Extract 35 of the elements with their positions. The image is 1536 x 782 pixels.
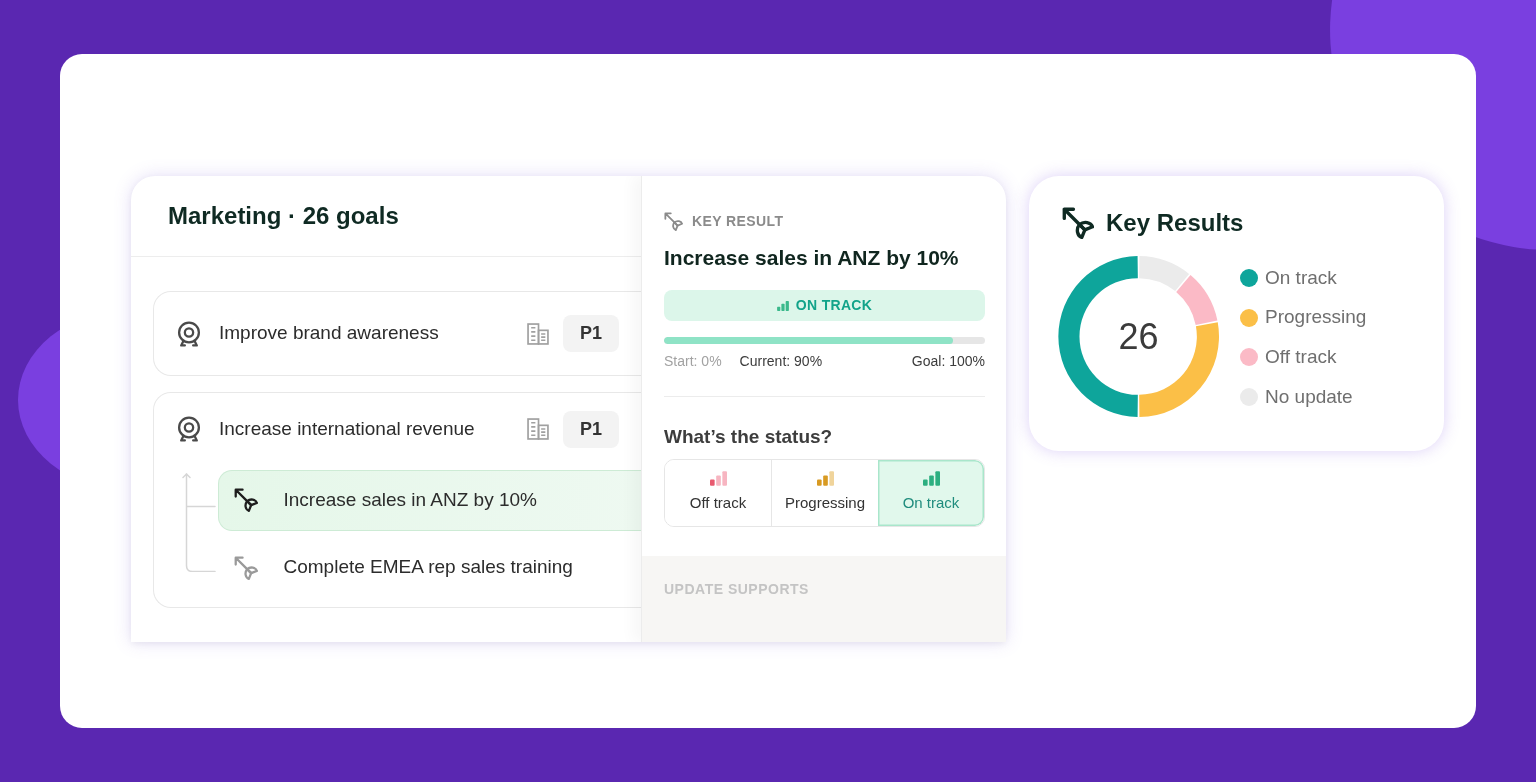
goal-card[interactable]: Increase international revenue P1 Increase sales in ANZ by 10% Complete EMEA rep sales training <box>153 392 641 608</box>
bars-icon <box>922 471 940 487</box>
goal-title: Increase international revenue <box>219 416 476 441</box>
legend-label: Progressing <box>1265 305 1367 330</box>
section-label: KEY RESULT <box>692 212 784 231</box>
legend-label: On track <box>1265 265 1337 290</box>
key-result-row[interactable]: Increase sales in ANZ by 10% <box>217 469 641 531</box>
target-icon <box>176 320 202 347</box>
start-value: Start: 0% <box>664 352 722 370</box>
card-title: Key Results <box>1106 208 1244 238</box>
status-label: ON TRACK <box>795 296 873 315</box>
dart-icon <box>233 555 258 580</box>
status-option[interactable]: On track <box>878 460 984 526</box>
key-result-title: Increase sales in ANZ by 10% <box>664 245 960 270</box>
building-icon <box>527 322 549 345</box>
target-icon <box>176 416 202 442</box>
bars-icon <box>816 471 834 487</box>
goal-title: Improve brand awareness <box>219 321 440 346</box>
goal-value: Goal: 100% <box>911 352 985 370</box>
priority-tag: P1 <box>563 315 619 352</box>
goal-card[interactable]: Improve brand awareness P1 <box>153 291 641 376</box>
dart-icon <box>1062 207 1094 239</box>
legend-label: No update <box>1265 384 1353 409</box>
building-icon <box>527 418 549 440</box>
dart-icon <box>233 488 258 512</box>
legend-label: Off track <box>1265 344 1337 369</box>
dart-icon <box>664 212 683 231</box>
donut-total: 26 <box>1118 318 1159 355</box>
priority-tag: P1 <box>563 410 619 448</box>
panel-title: Marketing · 26 goals <box>168 201 399 231</box>
bars-icon <box>709 471 727 487</box>
current-value: Current: 90% <box>739 352 824 370</box>
bars-icon <box>776 300 789 311</box>
key-result-row[interactable]: Complete EMEA rep sales training <box>217 536 641 599</box>
status-question: What’s the status? <box>664 425 834 448</box>
